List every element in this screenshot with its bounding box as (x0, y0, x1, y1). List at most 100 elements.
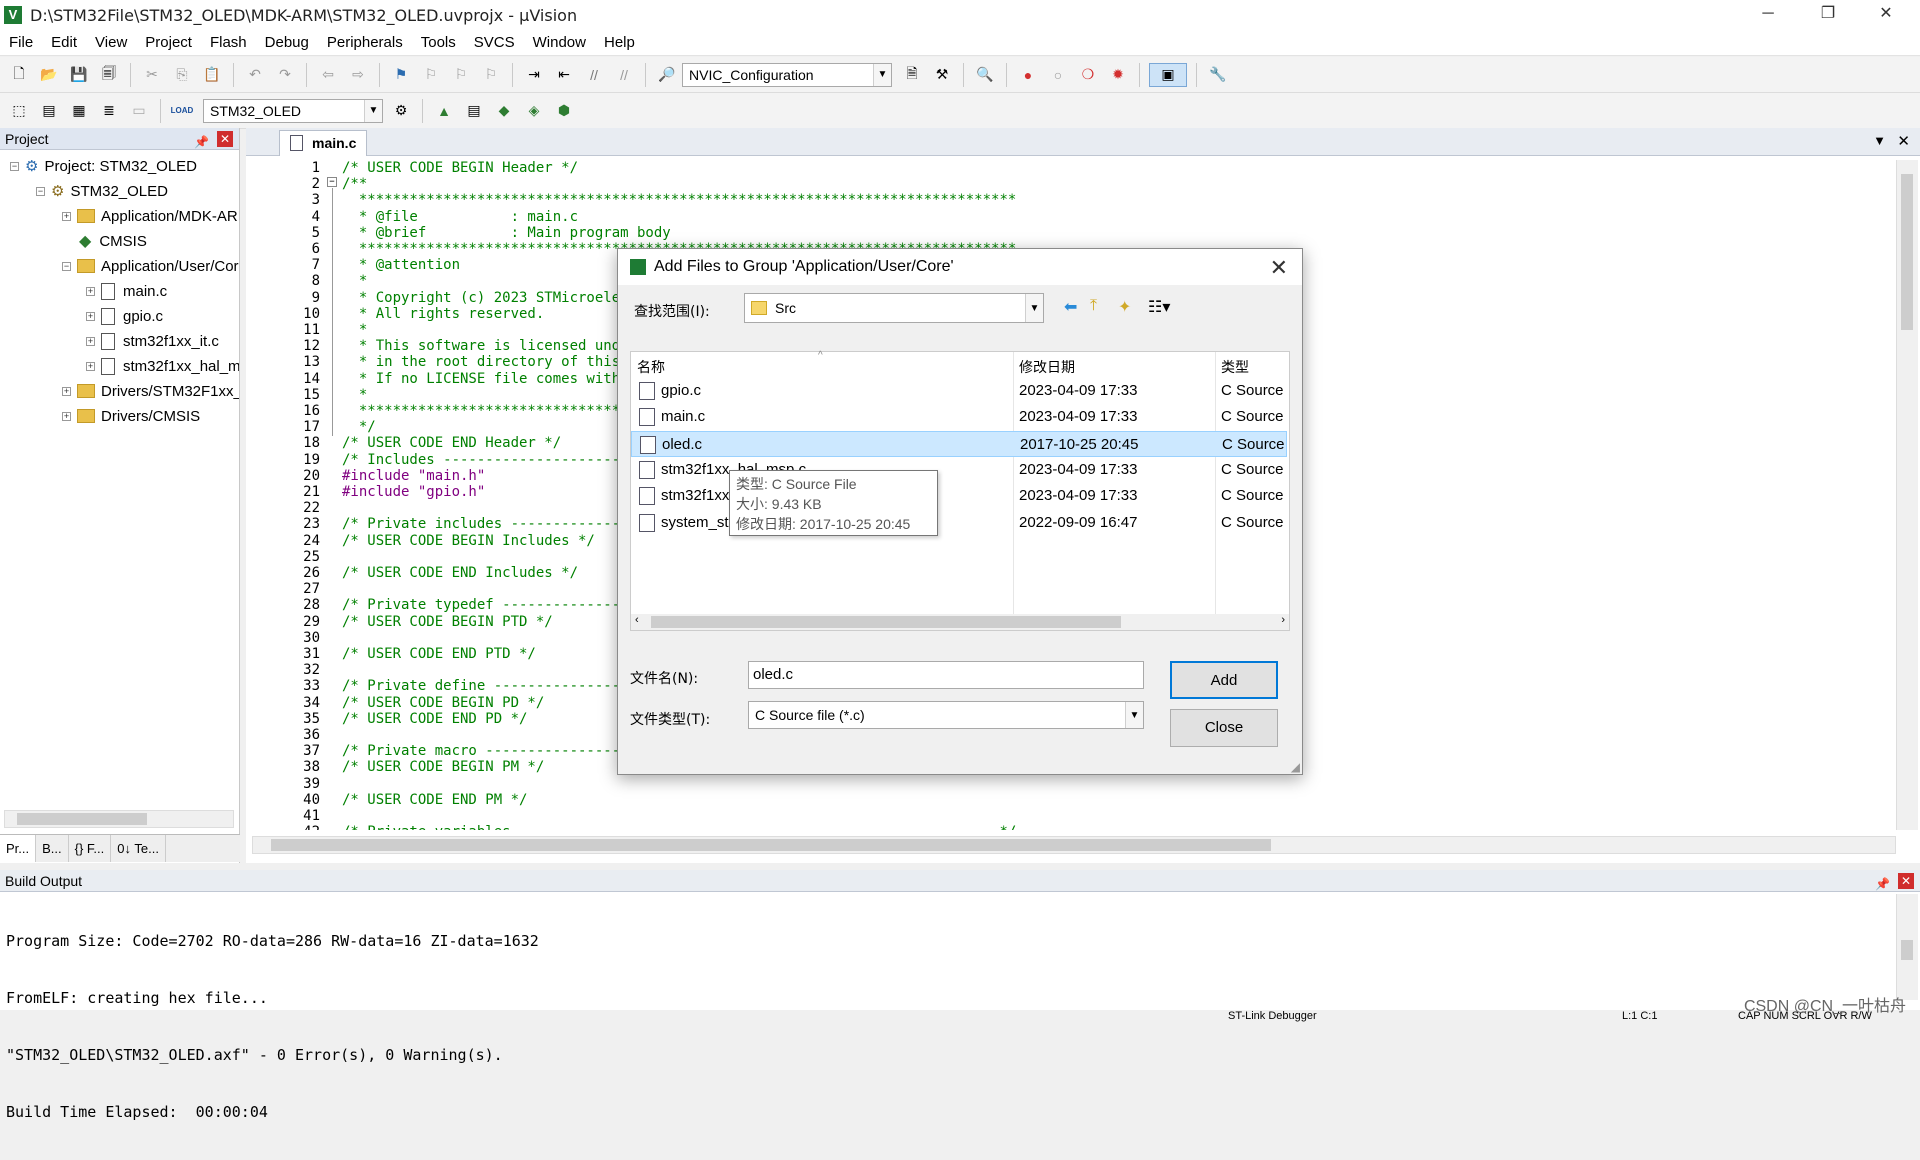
navigate-back-icon[interactable]: ⇦ (316, 63, 340, 87)
next-bookmark-icon[interactable]: ⚐ (449, 63, 473, 87)
bookmark-icon[interactable]: ⚑ (389, 63, 413, 87)
configure-icon[interactable]: 🔧 (1206, 63, 1230, 87)
undo-icon[interactable]: ↶ (243, 63, 267, 87)
new-file-icon[interactable]: 🗋 (7, 63, 31, 87)
close-tab-icon[interactable]: ✕ (1897, 132, 1910, 150)
close-icon[interactable]: ✕ (217, 131, 233, 147)
translate-icon[interactable]: ⬚ (7, 99, 31, 123)
column-type[interactable]: 类型 (1221, 357, 1249, 377)
chevron-down-icon[interactable]: ▼ (1025, 294, 1043, 322)
kill-breakpoints-icon[interactable]: ✹ (1106, 63, 1130, 87)
prev-bookmark-icon[interactable]: ⚐ (419, 63, 443, 87)
collapse-icon[interactable]: − (36, 186, 45, 196)
tab-templates[interactable]: 0↓ Te... (111, 835, 166, 862)
add-button[interactable]: Add (1170, 661, 1278, 699)
window-layout-icon[interactable]: ▣ (1149, 62, 1187, 87)
manage-project-items-icon[interactable]: ▲ (432, 99, 456, 123)
editor-vertical-scrollbar[interactable] (1896, 160, 1918, 830)
expand-icon[interactable]: + (62, 411, 71, 421)
menu-help[interactable]: Help (595, 34, 644, 51)
comment-icon[interactable]: // (582, 63, 606, 87)
clear-bookmarks-icon[interactable]: ⚐ (479, 63, 503, 87)
look-in-combo[interactable]: Src ▼ (744, 293, 1044, 323)
expand-icon[interactable]: + (86, 336, 95, 346)
scrollbar-thumb[interactable] (1901, 174, 1913, 330)
column-name[interactable]: 名称 (637, 357, 665, 377)
editor-horizontal-scrollbar[interactable] (252, 836, 1896, 854)
target-options-icon[interactable]: ⚙ (389, 99, 413, 123)
select-packs-icon[interactable]: ▤ (462, 99, 486, 123)
scrollbar-thumb[interactable] (651, 616, 1121, 628)
menu-peripherals[interactable]: Peripherals (318, 34, 412, 51)
tree-file-msp[interactable]: + stm32f1xx_hal_msp.c (86, 354, 239, 378)
tree-group-user-core[interactable]: − Application/User/Core (62, 254, 239, 278)
restore-button[interactable]: ❐ (1800, 0, 1856, 30)
pack-installer-icon[interactable]: ◈ (522, 99, 546, 123)
tab-functions[interactable]: {} F... (69, 835, 112, 862)
find-icon[interactable]: 🗎 (900, 63, 924, 87)
tree-cmsis[interactable]: ◆ CMSIS (79, 229, 147, 253)
project-horizontal-scrollbar[interactable] (4, 810, 234, 828)
tree-target[interactable]: − ⚙ STM32_OLED (36, 179, 168, 203)
scrollbar-thumb[interactable] (17, 813, 147, 825)
tab-main-c[interactable]: main.c (279, 130, 367, 156)
tab-books[interactable]: B... (36, 835, 69, 862)
menu-project[interactable]: Project (136, 34, 201, 51)
enable-breakpoint-icon[interactable]: ○ (1046, 63, 1070, 87)
column-date[interactable]: 修改日期 (1019, 357, 1075, 377)
find-in-files-icon[interactable]: 🔎 (655, 63, 679, 87)
view-menu-icon[interactable]: ☷▾ (1148, 297, 1170, 317)
rebuild-icon[interactable]: ▦ (67, 99, 91, 123)
menu-svcs[interactable]: SVCS (465, 34, 524, 51)
expand-icon[interactable]: + (62, 211, 71, 221)
back-icon[interactable]: ⬅ (1064, 297, 1077, 317)
disable-breakpoints-icon[interactable]: ❍ (1076, 63, 1100, 87)
uncomment-icon[interactable]: // (612, 63, 636, 87)
load-icon[interactable]: LOAD (170, 99, 194, 123)
expand-icon[interactable]: + (86, 361, 95, 371)
close-button[interactable]: Close (1170, 709, 1278, 747)
stop-build-icon[interactable]: ▭ (127, 99, 151, 123)
tree-group-mdk-arm[interactable]: + Application/MDK-ARM (62, 204, 239, 228)
new-folder-icon[interactable]: ✦ (1118, 297, 1131, 317)
up-folder-icon[interactable]: ⤒ (1090, 297, 1097, 315)
tree-file-gpio[interactable]: + gpio.c (86, 304, 163, 328)
scroll-left-icon[interactable]: ‹ (635, 614, 639, 626)
collapse-icon[interactable]: − (62, 261, 71, 271)
save-icon[interactable]: 💾 (67, 63, 91, 87)
menu-view[interactable]: View (86, 34, 136, 51)
tree-group-drivers-cmsis[interactable]: + Drivers/CMSIS (62, 404, 200, 428)
target-combo[interactable]: STM32_OLED ▼ (203, 98, 383, 123)
redo-icon[interactable]: ↷ (273, 63, 297, 87)
incremental-find-icon[interactable]: ⚒ (930, 63, 954, 87)
indent-icon[interactable]: ⇥ (522, 63, 546, 87)
build-vertical-scrollbar[interactable] (1896, 894, 1918, 1000)
menu-flash[interactable]: Flash (201, 34, 256, 51)
insert-breakpoint-icon[interactable]: ● (1016, 63, 1040, 87)
file-list-scrollbar[interactable]: ‹ › (631, 614, 1289, 630)
tree-file-main[interactable]: + main.c (86, 279, 167, 303)
scroll-right-icon[interactable]: › (1281, 614, 1285, 626)
navigate-forward-icon[interactable]: ⇨ (346, 63, 370, 87)
paste-icon[interactable]: 📋 (200, 63, 224, 87)
menu-tools[interactable]: Tools (412, 34, 465, 51)
menu-window[interactable]: Window (524, 34, 595, 51)
close-icon[interactable]: ✕ (1270, 255, 1288, 281)
build-icon[interactable]: ▤ (37, 99, 61, 123)
filename-input[interactable]: oled.c (748, 661, 1144, 689)
expand-icon[interactable]: + (62, 386, 71, 396)
filetype-select[interactable]: C Source file (*.c) ▼ (748, 701, 1144, 729)
scrollbar-thumb[interactable] (271, 839, 1271, 851)
chevron-down-icon[interactable]: ▼ (1125, 702, 1143, 728)
debug-session-icon[interactable]: 🔍 (973, 63, 997, 87)
cut-icon[interactable]: ✂ (140, 63, 164, 87)
close-window-button[interactable]: ✕ (1858, 0, 1914, 30)
unindent-icon[interactable]: ⇤ (552, 63, 576, 87)
scrollbar-thumb[interactable] (1901, 940, 1913, 960)
file-row[interactable]: gpio.c 2023-04-09 17:33 C Source (631, 378, 1287, 404)
expand-icon[interactable]: + (86, 311, 95, 321)
manage-rte-icon[interactable]: ◆ (492, 99, 516, 123)
software-packs-icon[interactable]: ⬢ (552, 99, 576, 123)
save-all-icon[interactable]: 🗐 (97, 63, 121, 87)
chevron-down-icon[interactable]: ▼ (364, 99, 382, 122)
